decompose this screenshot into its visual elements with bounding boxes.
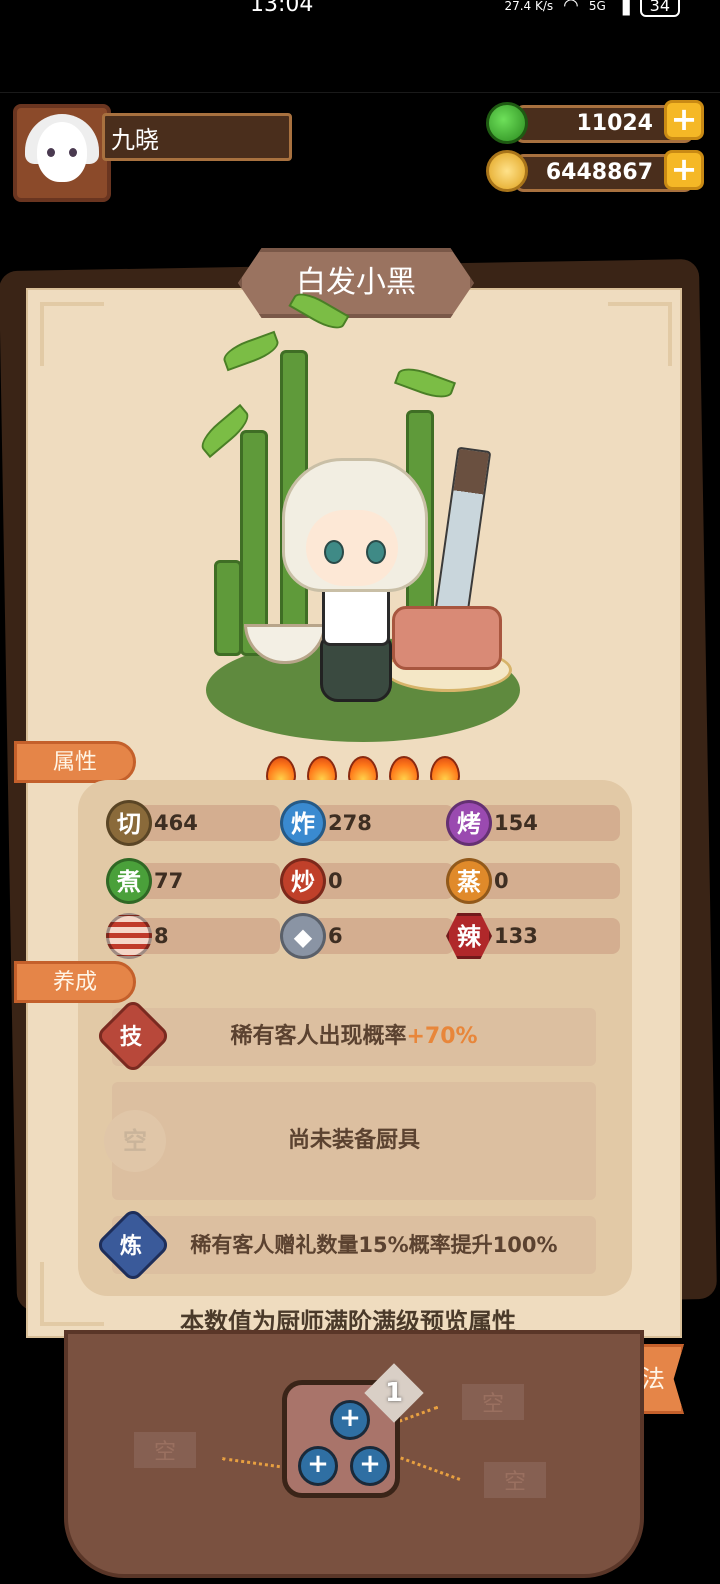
- tab-cultivation[interactable]: 养成: [14, 961, 136, 1003]
- card-corner-tl: [40, 302, 104, 366]
- refine-row: 稀有客人赠礼数量15%概率提升100%: [112, 1216, 596, 1274]
- equipment-slot[interactable]: 尚未装备厨具: [112, 1082, 596, 1200]
- stat-spicy: 133 辣: [446, 913, 646, 959]
- equip-empty-text: 尚未装备厨具: [287, 1128, 420, 1153]
- skill-row: 稀有客人出现概率+70%: [112, 1008, 596, 1066]
- node-level: 1: [384, 1378, 404, 1408]
- stat-boil: 77 煮: [106, 858, 306, 904]
- meat-icon: [106, 913, 152, 959]
- stat-value: 133: [470, 918, 620, 954]
- status-indicators: 27.4 K/s ◠ 5G ▐ 34: [504, 0, 680, 17]
- avatar-face: [37, 122, 87, 182]
- battery-indicator: 34: [639, 0, 680, 17]
- stirfry-icon: 炒: [280, 858, 326, 904]
- stat-value: 154: [470, 805, 620, 841]
- add-skill-icon[interactable]: +: [330, 1400, 370, 1440]
- player-name[interactable]: 九晓: [102, 113, 292, 161]
- empty-slot[interactable]: 空: [462, 1384, 525, 1420]
- stat-value: 0: [304, 863, 454, 899]
- boil-icon: 煮: [106, 858, 152, 904]
- signal-icon: ▐: [615, 0, 630, 16]
- add-skill-icon[interactable]: +: [298, 1446, 338, 1486]
- fish-icon: ◆: [280, 913, 326, 959]
- stat-value: 77: [130, 863, 280, 899]
- bamboo-stalk: [240, 430, 268, 656]
- skill-bonus: +70%: [406, 1024, 478, 1049]
- pork-belly: [392, 606, 502, 670]
- net-speed: 27.4 K/s: [504, 0, 554, 13]
- stat-meat: 8: [106, 913, 306, 959]
- avatar-eye-right: [69, 148, 77, 157]
- empty-equipment-icon: 空: [104, 1110, 166, 1172]
- network-type: 5G: [588, 0, 606, 13]
- empty-slot[interactable]: 空: [484, 1462, 547, 1498]
- chef-eye-right: [366, 540, 386, 564]
- empty-slot[interactable]: 空: [134, 1432, 197, 1468]
- stat-value: 464: [130, 805, 280, 841]
- card-corner-tr: [608, 302, 672, 366]
- skill-text: 稀有客人出现概率: [230, 1024, 407, 1049]
- stat-value: 0: [470, 863, 620, 899]
- stat-value: 8: [130, 918, 280, 954]
- fry-icon: 炸: [280, 800, 326, 846]
- roast-icon: 烤: [446, 800, 492, 846]
- stat-roast: 154 烤: [446, 800, 646, 846]
- wifi-icon: ◠: [563, 0, 579, 16]
- jade-icon: [486, 102, 528, 144]
- add-coin-button[interactable]: +: [664, 150, 704, 190]
- stat-value: 6: [304, 918, 454, 954]
- stat-steam: 0 蒸: [446, 858, 646, 904]
- status-time: 13:04: [250, 0, 314, 17]
- refine-text: 稀有客人赠礼数量15%概率提升100%: [190, 1233, 558, 1257]
- chef-body: [322, 584, 390, 646]
- stat-cut: 464 切: [106, 800, 306, 846]
- stat-value: 278: [304, 805, 454, 841]
- bamboo-stalk: [214, 560, 242, 656]
- steam-icon: 蒸: [446, 858, 492, 904]
- coin-icon: [486, 150, 528, 192]
- add-skill-icon[interactable]: +: [350, 1446, 390, 1486]
- avatar-eye-left: [47, 148, 55, 157]
- player-avatar[interactable]: [13, 104, 111, 202]
- tab-attributes[interactable]: 属性: [14, 741, 136, 783]
- add-jade-button[interactable]: +: [664, 100, 704, 140]
- cut-icon: 切: [106, 800, 152, 846]
- chef-eye-left: [324, 540, 344, 564]
